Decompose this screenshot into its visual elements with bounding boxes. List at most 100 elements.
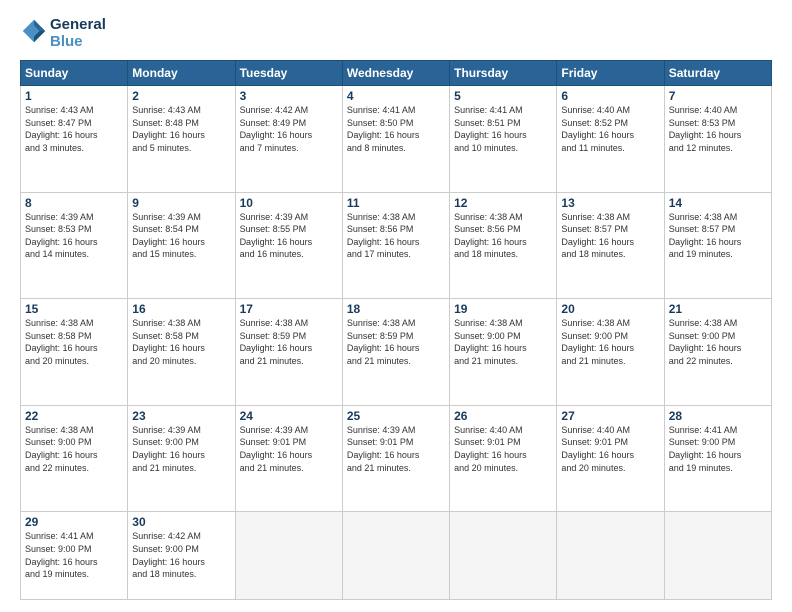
calendar-cell: 30Sunrise: 4:42 AM Sunset: 9:00 PM Dayli… — [128, 512, 235, 600]
day-info: Sunrise: 4:39 AM Sunset: 9:01 PM Dayligh… — [240, 424, 338, 474]
day-number: 14 — [669, 196, 767, 210]
day-number: 25 — [347, 409, 445, 423]
day-header-monday: Monday — [128, 61, 235, 86]
calendar-cell: 29Sunrise: 4:41 AM Sunset: 9:00 PM Dayli… — [21, 512, 128, 600]
day-info: Sunrise: 4:40 AM Sunset: 8:53 PM Dayligh… — [669, 104, 767, 154]
day-info: Sunrise: 4:39 AM Sunset: 8:53 PM Dayligh… — [25, 211, 123, 261]
calendar-cell — [342, 512, 449, 600]
calendar-cell: 3Sunrise: 4:42 AM Sunset: 8:49 PM Daylig… — [235, 86, 342, 193]
day-number: 21 — [669, 302, 767, 316]
calendar-week-4: 22Sunrise: 4:38 AM Sunset: 9:00 PM Dayli… — [21, 405, 772, 512]
day-header-saturday: Saturday — [664, 61, 771, 86]
day-number: 17 — [240, 302, 338, 316]
calendar-cell: 24Sunrise: 4:39 AM Sunset: 9:01 PM Dayli… — [235, 405, 342, 512]
calendar-cell: 6Sunrise: 4:40 AM Sunset: 8:52 PM Daylig… — [557, 86, 664, 193]
day-number: 1 — [25, 89, 123, 103]
day-number: 3 — [240, 89, 338, 103]
calendar-week-2: 8Sunrise: 4:39 AM Sunset: 8:53 PM Daylig… — [21, 192, 772, 299]
calendar-cell: 15Sunrise: 4:38 AM Sunset: 8:58 PM Dayli… — [21, 299, 128, 406]
calendar-cell: 2Sunrise: 4:43 AM Sunset: 8:48 PM Daylig… — [128, 86, 235, 193]
day-info: Sunrise: 4:38 AM Sunset: 8:56 PM Dayligh… — [347, 211, 445, 261]
day-info: Sunrise: 4:38 AM Sunset: 9:00 PM Dayligh… — [561, 317, 659, 367]
day-number: 11 — [347, 196, 445, 210]
day-info: Sunrise: 4:42 AM Sunset: 8:49 PM Dayligh… — [240, 104, 338, 154]
day-info: Sunrise: 4:40 AM Sunset: 9:01 PM Dayligh… — [561, 424, 659, 474]
calendar-week-5: 29Sunrise: 4:41 AM Sunset: 9:00 PM Dayli… — [21, 512, 772, 600]
day-number: 22 — [25, 409, 123, 423]
day-info: Sunrise: 4:38 AM Sunset: 9:00 PM Dayligh… — [454, 317, 552, 367]
day-number: 8 — [25, 196, 123, 210]
calendar-cell: 5Sunrise: 4:41 AM Sunset: 8:51 PM Daylig… — [450, 86, 557, 193]
day-info: Sunrise: 4:38 AM Sunset: 8:59 PM Dayligh… — [347, 317, 445, 367]
day-info: Sunrise: 4:39 AM Sunset: 8:54 PM Dayligh… — [132, 211, 230, 261]
header: General Blue — [20, 16, 772, 50]
day-number: 9 — [132, 196, 230, 210]
day-info: Sunrise: 4:39 AM Sunset: 8:55 PM Dayligh… — [240, 211, 338, 261]
calendar-cell: 28Sunrise: 4:41 AM Sunset: 9:00 PM Dayli… — [664, 405, 771, 512]
logo: General Blue — [20, 16, 106, 50]
calendar-cell: 16Sunrise: 4:38 AM Sunset: 8:58 PM Dayli… — [128, 299, 235, 406]
calendar-cell: 11Sunrise: 4:38 AM Sunset: 8:56 PM Dayli… — [342, 192, 449, 299]
calendar-header-row: SundayMondayTuesdayWednesdayThursdayFrid… — [21, 61, 772, 86]
calendar-cell — [235, 512, 342, 600]
day-info: Sunrise: 4:38 AM Sunset: 8:59 PM Dayligh… — [240, 317, 338, 367]
day-info: Sunrise: 4:38 AM Sunset: 8:58 PM Dayligh… — [132, 317, 230, 367]
logo-text: General Blue — [50, 16, 106, 50]
day-number: 16 — [132, 302, 230, 316]
day-info: Sunrise: 4:38 AM Sunset: 9:00 PM Dayligh… — [25, 424, 123, 474]
day-number: 10 — [240, 196, 338, 210]
day-info: Sunrise: 4:43 AM Sunset: 8:48 PM Dayligh… — [132, 104, 230, 154]
day-number: 27 — [561, 409, 659, 423]
calendar-table: SundayMondayTuesdayWednesdayThursdayFrid… — [20, 60, 772, 600]
day-number: 4 — [347, 89, 445, 103]
calendar-cell — [557, 512, 664, 600]
day-number: 19 — [454, 302, 552, 316]
day-number: 28 — [669, 409, 767, 423]
day-header-friday: Friday — [557, 61, 664, 86]
calendar-week-1: 1Sunrise: 4:43 AM Sunset: 8:47 PM Daylig… — [21, 86, 772, 193]
day-number: 13 — [561, 196, 659, 210]
day-info: Sunrise: 4:40 AM Sunset: 8:52 PM Dayligh… — [561, 104, 659, 154]
calendar-cell: 25Sunrise: 4:39 AM Sunset: 9:01 PM Dayli… — [342, 405, 449, 512]
day-header-tuesday: Tuesday — [235, 61, 342, 86]
logo-icon — [20, 17, 48, 45]
calendar-cell: 8Sunrise: 4:39 AM Sunset: 8:53 PM Daylig… — [21, 192, 128, 299]
calendar-cell: 7Sunrise: 4:40 AM Sunset: 8:53 PM Daylig… — [664, 86, 771, 193]
day-number: 26 — [454, 409, 552, 423]
calendar-cell: 23Sunrise: 4:39 AM Sunset: 9:00 PM Dayli… — [128, 405, 235, 512]
calendar-cell: 19Sunrise: 4:38 AM Sunset: 9:00 PM Dayli… — [450, 299, 557, 406]
calendar-cell: 22Sunrise: 4:38 AM Sunset: 9:00 PM Dayli… — [21, 405, 128, 512]
calendar-cell: 18Sunrise: 4:38 AM Sunset: 8:59 PM Dayli… — [342, 299, 449, 406]
day-number: 7 — [669, 89, 767, 103]
day-info: Sunrise: 4:41 AM Sunset: 8:50 PM Dayligh… — [347, 104, 445, 154]
day-info: Sunrise: 4:38 AM Sunset: 8:56 PM Dayligh… — [454, 211, 552, 261]
calendar-cell: 14Sunrise: 4:38 AM Sunset: 8:57 PM Dayli… — [664, 192, 771, 299]
day-info: Sunrise: 4:42 AM Sunset: 9:00 PM Dayligh… — [132, 530, 230, 580]
calendar-cell — [664, 512, 771, 600]
calendar-cell: 9Sunrise: 4:39 AM Sunset: 8:54 PM Daylig… — [128, 192, 235, 299]
day-number: 29 — [25, 515, 123, 529]
day-info: Sunrise: 4:43 AM Sunset: 8:47 PM Dayligh… — [25, 104, 123, 154]
calendar-cell: 20Sunrise: 4:38 AM Sunset: 9:00 PM Dayli… — [557, 299, 664, 406]
day-info: Sunrise: 4:38 AM Sunset: 8:57 PM Dayligh… — [561, 211, 659, 261]
day-info: Sunrise: 4:40 AM Sunset: 9:01 PM Dayligh… — [454, 424, 552, 474]
day-number: 30 — [132, 515, 230, 529]
day-number: 20 — [561, 302, 659, 316]
day-info: Sunrise: 4:39 AM Sunset: 9:00 PM Dayligh… — [132, 424, 230, 474]
day-info: Sunrise: 4:38 AM Sunset: 9:00 PM Dayligh… — [669, 317, 767, 367]
calendar-cell: 1Sunrise: 4:43 AM Sunset: 8:47 PM Daylig… — [21, 86, 128, 193]
calendar-cell: 10Sunrise: 4:39 AM Sunset: 8:55 PM Dayli… — [235, 192, 342, 299]
calendar-cell: 12Sunrise: 4:38 AM Sunset: 8:56 PM Dayli… — [450, 192, 557, 299]
calendar-cell: 27Sunrise: 4:40 AM Sunset: 9:01 PM Dayli… — [557, 405, 664, 512]
calendar-cell — [450, 512, 557, 600]
day-header-wednesday: Wednesday — [342, 61, 449, 86]
day-number: 23 — [132, 409, 230, 423]
day-header-sunday: Sunday — [21, 61, 128, 86]
day-header-thursday: Thursday — [450, 61, 557, 86]
day-number: 24 — [240, 409, 338, 423]
day-number: 2 — [132, 89, 230, 103]
calendar-week-3: 15 Sunrise: 4:38 AM Sunset: 8:58 PM Dayli… — [21, 299, 772, 406]
day-number: 15 — [25, 302, 123, 316]
calendar-cell: 21Sunrise: 4:38 AM Sunset: 9:00 PM Dayli… — [664, 299, 771, 406]
day-number: 5 — [454, 89, 552, 103]
